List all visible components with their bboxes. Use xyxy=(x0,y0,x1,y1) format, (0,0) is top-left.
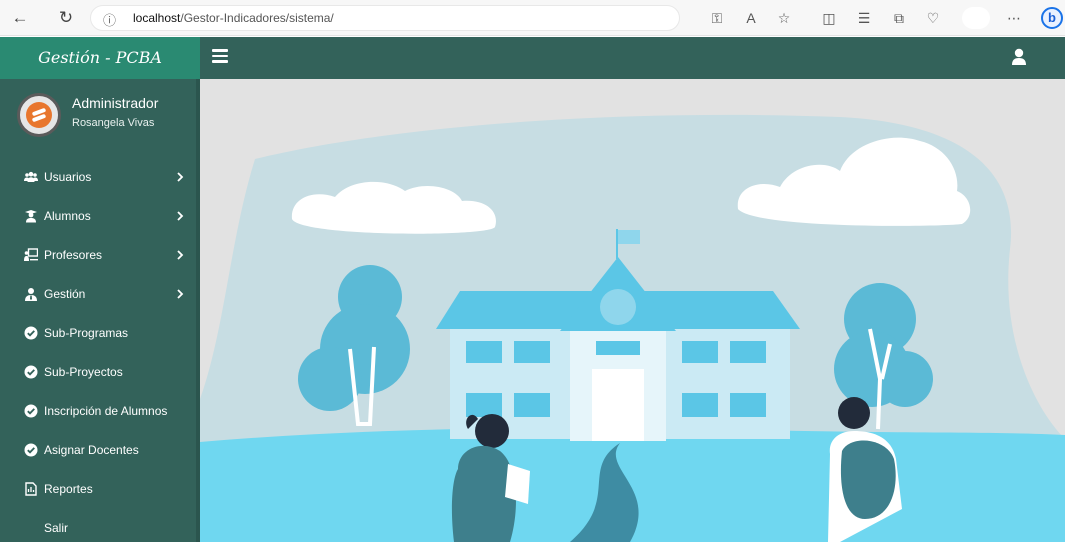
more-options-icon[interactable]: ⋯ xyxy=(1005,9,1023,27)
back-arrow-icon[interactable]: ← xyxy=(10,8,30,28)
sidebar-item-reportes[interactable]: Reportes xyxy=(0,470,196,509)
brand-logo[interactable]: Gestión - PCBA xyxy=(0,37,200,79)
chevron-right-icon xyxy=(177,289,184,299)
sidebar: Administrador Rosangela Vivas Usuarios A… xyxy=(0,79,200,542)
chevron-right-icon xyxy=(177,211,184,221)
sidebar-item-inscripcion-alumnos[interactable]: Inscripción de Alumnos xyxy=(0,392,196,431)
sidebar-item-label: Usuarios xyxy=(44,170,92,184)
report-icon xyxy=(25,482,37,496)
users-icon xyxy=(24,171,38,182)
sidebar-item-label: Sub-Proyectos xyxy=(44,365,123,379)
sidebar-item-asignar-docentes[interactable]: Asignar Docentes xyxy=(0,431,196,470)
check-circle-icon xyxy=(24,404,38,418)
sidebar-item-label: Profesores xyxy=(44,248,103,262)
user-tie-icon xyxy=(25,288,37,301)
profile-avatar[interactable] xyxy=(962,7,990,29)
girl-hair xyxy=(475,414,509,448)
school-door xyxy=(592,369,644,441)
sidebar-item-label: Salir xyxy=(44,521,69,535)
browser-essentials-icon[interactable]: ♡ xyxy=(924,9,942,27)
sidebar-item-sub-programas[interactable]: Sub-Programas xyxy=(0,314,196,353)
bing-copilot-icon[interactable]: b xyxy=(1041,7,1063,29)
reload-icon[interactable]: ↻ xyxy=(56,8,76,28)
avatar xyxy=(17,93,61,137)
app-header: Gestión - PCBA xyxy=(0,37,1065,79)
user-profile-icon[interactable] xyxy=(1011,48,1027,66)
sidebar-item-gestion[interactable]: Gestión xyxy=(0,275,196,314)
sidebar-item-profesores[interactable]: Profesores xyxy=(0,236,196,275)
user-role: Administrador xyxy=(72,95,159,111)
user-name: Rosangela Vivas xyxy=(72,117,155,129)
favorite-star-icon[interactable]: ☆ xyxy=(775,9,793,27)
check-circle-icon xyxy=(24,365,38,379)
password-key-icon[interactable]: ⚿ xyxy=(708,9,726,27)
sidebar-item-label: Reportes xyxy=(44,482,93,496)
sidebar-item-label: Gestión xyxy=(44,287,86,301)
collections-icon[interactable]: ⧉ xyxy=(890,9,908,27)
sidebar-item-alumnos[interactable]: Alumnos xyxy=(0,197,196,236)
sidebar-item-label: Asignar Docentes xyxy=(44,443,139,457)
chevron-right-icon xyxy=(177,250,184,260)
school-illustration xyxy=(200,79,1065,542)
check-circle-icon xyxy=(24,326,38,340)
menu-toggle-icon[interactable] xyxy=(212,49,228,63)
info-icon: ⓘ xyxy=(103,13,117,28)
read-aloud-icon[interactable]: A xyxy=(742,9,760,27)
flag xyxy=(618,230,640,244)
url-path: /Gestor-Indicadores/sistema/ xyxy=(180,11,334,25)
address-bar[interactable]: ⓘ localhost/Gestor-Indicadores/sistema/ xyxy=(90,5,680,31)
girl-book xyxy=(505,464,530,504)
sidebar-item-label: Sub-Programas xyxy=(44,326,129,340)
main-content xyxy=(200,79,1065,542)
browser-toolbar: ← ↻ ⓘ localhost/Gestor-Indicadores/siste… xyxy=(0,0,1065,36)
sidebar-item-label: Inscripción de Alumnos xyxy=(44,404,168,418)
student-icon xyxy=(25,210,37,223)
check-circle-icon xyxy=(24,443,38,457)
chevron-right-icon xyxy=(177,172,184,182)
school-clock xyxy=(600,289,636,325)
teacher-icon xyxy=(24,248,38,261)
sidebar-item-label: Alumnos xyxy=(44,209,91,223)
url-host: localhost xyxy=(133,11,181,25)
sidebar-item-sub-proyectos[interactable]: Sub-Proyectos xyxy=(0,353,196,392)
sidebar-item-usuarios[interactable]: Usuarios xyxy=(0,158,196,197)
boy-hair xyxy=(838,397,870,429)
split-screen-icon[interactable]: ◫ xyxy=(820,9,838,27)
favorites-list-icon[interactable]: ☰ xyxy=(855,9,873,27)
address-url: localhost/Gestor-Indicadores/sistema/ xyxy=(133,11,334,25)
sidebar-item-salir[interactable]: Salir xyxy=(0,509,196,542)
